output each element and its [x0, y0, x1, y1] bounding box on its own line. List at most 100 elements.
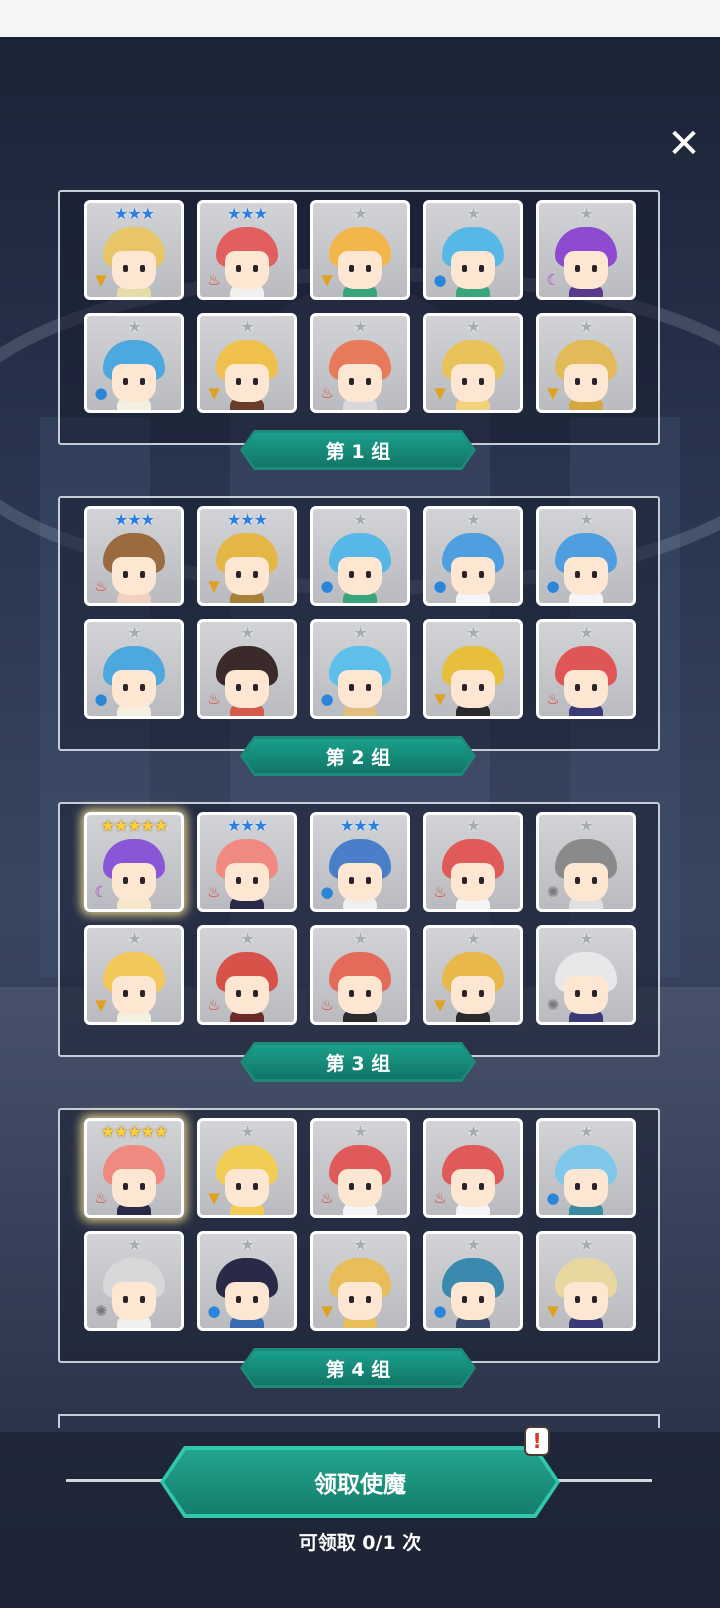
familiar-card[interactable]: ★★★ ♨ [197, 200, 297, 300]
portrait-eye [253, 265, 258, 272]
portrait-face [338, 557, 382, 595]
familiar-card[interactable]: ★ ▼ [197, 1118, 297, 1218]
claim-familiar-label: 领取使魔 [314, 1472, 406, 1498]
earth-element-icon: ▼ [547, 384, 559, 402]
star-rating-icon: ★ [240, 929, 254, 948]
familiar-card[interactable]: ★ ♨ [310, 1118, 410, 1218]
portrait-eye [123, 1183, 128, 1190]
familiar-card[interactable]: ★★★ ▼ [84, 200, 184, 300]
familiar-card[interactable]: ★ ♨ [423, 812, 523, 912]
familiar-card[interactable]: ★ ● [423, 1231, 523, 1331]
familiar-portrait [216, 646, 278, 716]
familiar-card[interactable]: ★ ▼ [197, 313, 297, 413]
familiar-portrait [103, 952, 165, 1022]
familiar-card[interactable]: ★ ♨ [423, 1118, 523, 1218]
familiar-portrait [442, 1258, 504, 1328]
familiar-card[interactable]: ★ ♨ [197, 619, 297, 719]
portrait-eye [592, 378, 597, 385]
familiar-card[interactable]: ★★★ ▼ [197, 506, 297, 606]
star-rating-icon: ★ [127, 929, 141, 948]
familiar-card[interactable]: ★ ▼ [423, 925, 523, 1025]
fire-element-icon: ♨ [207, 690, 221, 708]
familiar-card[interactable]: ★ ▼ [536, 1231, 636, 1331]
star-rating-icon: ★ [353, 317, 367, 336]
portrait-face [225, 251, 269, 289]
portrait-eye [462, 1296, 467, 1303]
familiar-card[interactable]: ★ ✺ [536, 812, 636, 912]
portrait-eye [253, 1183, 258, 1190]
portrait-eye [236, 265, 241, 272]
portrait-eye [123, 684, 128, 691]
familiar-card[interactable]: ★ ● [423, 200, 523, 300]
star-rating-icon: ★ [353, 1122, 367, 1141]
familiar-card[interactable]: ★ ♨ [310, 313, 410, 413]
star-rating-icon: ★★★ [113, 204, 155, 223]
portrait-face [451, 364, 495, 402]
familiar-card[interactable]: ★ ▼ [310, 200, 410, 300]
familiar-portrait [555, 952, 617, 1022]
claim-familiar-button[interactable]: 领取使魔 [160, 1446, 560, 1518]
familiar-portrait [103, 1258, 165, 1328]
star-rating-icon: ★ [466, 816, 480, 835]
star-rating-icon: ★★★ [113, 510, 155, 529]
familiar-card[interactable]: ★ ♨ [310, 925, 410, 1025]
familiar-card[interactable]: ★ ● [310, 506, 410, 606]
familiar-grid: ★★★★★ ♨ ★ ▼ ★ ♨ ★ ♨ ★ ● ★ ✺ ★ ● ★ ▼ ★ ● ★ ▼ [84, 1118, 636, 1331]
familiar-card[interactable]: ★ ● [84, 619, 184, 719]
familiar-card[interactable]: ★ ▼ [84, 925, 184, 1025]
familiar-card[interactable]: ★★★ ♨ [84, 506, 184, 606]
familiar-portrait [442, 1145, 504, 1215]
familiar-card[interactable]: ★ ● [84, 313, 184, 413]
familiar-portrait [442, 646, 504, 716]
familiar-card[interactable]: ★★★ ● [310, 812, 410, 912]
familiar-card[interactable]: ★ ✺ [84, 1231, 184, 1331]
star-rating-icon: ★★★ [226, 204, 268, 223]
close-icon[interactable]: ✕ [664, 124, 704, 164]
portrait-eye [236, 378, 241, 385]
familiar-portrait [555, 1145, 617, 1215]
earth-element-icon: ▼ [208, 384, 220, 402]
familiar-portrait [442, 952, 504, 1022]
familiar-card[interactable]: ★★★ ♨ [197, 812, 297, 912]
familiar-portrait [329, 227, 391, 297]
familiar-portrait [555, 839, 617, 909]
familiar-card[interactable]: ★ ● [423, 506, 523, 606]
portrait-eye [366, 684, 371, 691]
divider-right [552, 1479, 652, 1482]
familiar-card[interactable]: ★ ▼ [423, 313, 523, 413]
portrait-eye [479, 1183, 484, 1190]
portrait-eye [236, 990, 241, 997]
portrait-eye [253, 571, 258, 578]
star-rating-icon: ★ [240, 623, 254, 642]
familiar-card[interactable]: ★★★★★ ☾ [84, 812, 184, 912]
familiar-card[interactable]: ★★★★★ ♨ [84, 1118, 184, 1218]
familiar-card[interactable]: ★ ☾ [536, 200, 636, 300]
portrait-eye [253, 1296, 258, 1303]
familiar-card[interactable]: ★ ▼ [423, 619, 523, 719]
earth-element-icon: ▼ [321, 1302, 333, 1320]
fire-element-icon: ♨ [546, 690, 560, 708]
star-rating-icon: ★ [353, 623, 367, 642]
portrait-face [564, 557, 608, 595]
portrait-eye [575, 990, 580, 997]
familiar-card[interactable]: ★ ▼ [536, 313, 636, 413]
portrait-eye [479, 877, 484, 884]
earth-element-icon: ▼ [95, 996, 107, 1014]
familiar-card[interactable]: ★ ♨ [197, 925, 297, 1025]
portrait-face [451, 557, 495, 595]
familiar-card[interactable]: ★ ● [310, 619, 410, 719]
portrait-eye [366, 571, 371, 578]
water-element-icon: ● [433, 271, 447, 289]
familiar-portrait [555, 533, 617, 603]
familiar-card[interactable]: ★ ♨ [536, 619, 636, 719]
familiar-card[interactable]: ★ ● [536, 506, 636, 606]
familiar-card[interactable]: ★ ▼ [310, 1231, 410, 1331]
portrait-face [564, 863, 608, 901]
familiar-grid: ★★★ ▼ ★★★ ♨ ★ ▼ ★ ● ★ ☾ ★ ● ★ ▼ ★ ♨ ★ ▼ ★ ▼ [84, 200, 636, 413]
portrait-eye [462, 1183, 467, 1190]
star-rating-icon: ★ [466, 1235, 480, 1254]
familiar-card[interactable]: ★ ● [536, 1118, 636, 1218]
familiar-card[interactable]: ★ ● [197, 1231, 297, 1331]
familiar-portrait [555, 646, 617, 716]
familiar-card[interactable]: ★ ✺ [536, 925, 636, 1025]
